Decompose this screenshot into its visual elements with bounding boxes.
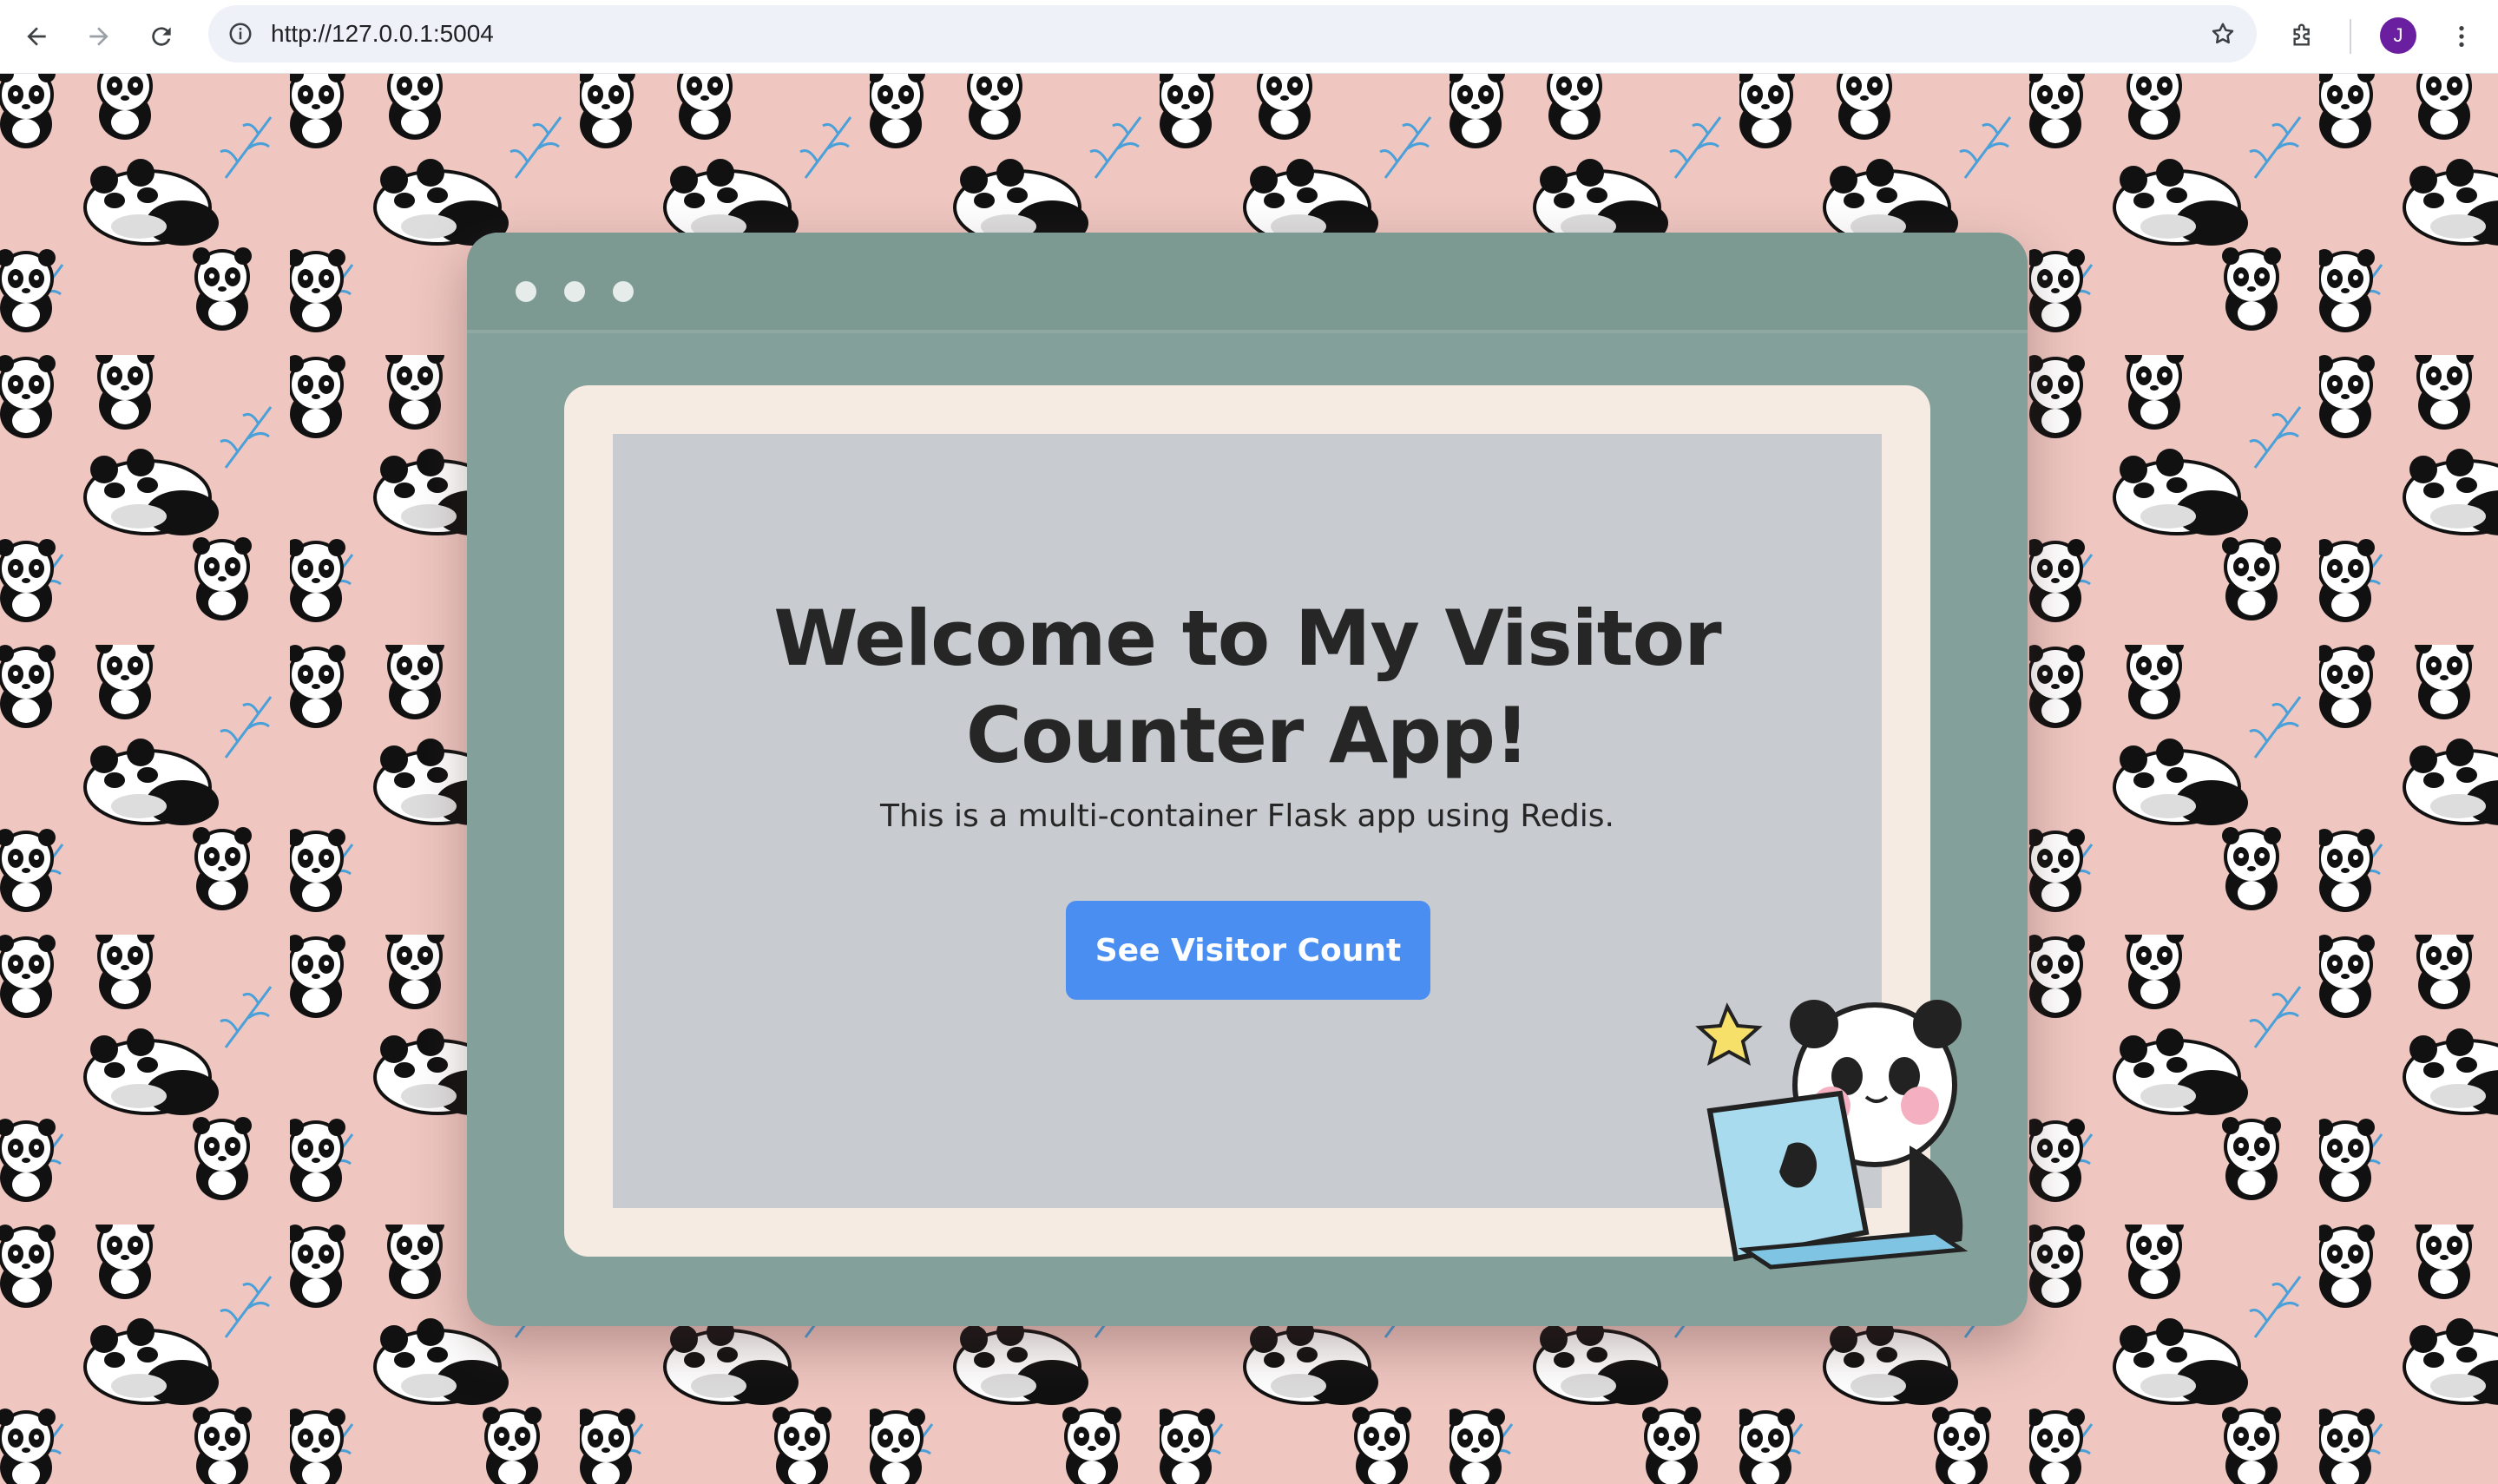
reload-button[interactable] bbox=[137, 12, 186, 61]
url-text: http://127.0.0.1:5004 bbox=[271, 20, 494, 47]
site-info-icon bbox=[229, 23, 252, 45]
content-panel: Welcome to My Visitor Counter App! This … bbox=[613, 434, 1882, 1208]
address-bar[interactable]: http://127.0.0.1:5004 bbox=[208, 5, 2257, 62]
forward-button[interactable] bbox=[75, 12, 123, 61]
window-titlebar bbox=[467, 233, 2028, 333]
reload-icon bbox=[152, 27, 171, 46]
site-info-button[interactable] bbox=[219, 12, 262, 56]
window-dot bbox=[613, 281, 634, 302]
panda-mascot-icon bbox=[1695, 1000, 1969, 1270]
see-visitor-count-button[interactable]: See Visitor Count bbox=[1066, 901, 1430, 1000]
menu-icon bbox=[2459, 26, 2464, 47]
forward-icon bbox=[89, 27, 108, 46]
back-icon bbox=[27, 27, 46, 46]
panda-laptop-illustration bbox=[1693, 989, 1988, 1276]
page-title: Welcome to My Visitor Counter App! bbox=[773, 594, 1721, 780]
extensions-icon bbox=[2293, 23, 2310, 46]
window-dot bbox=[564, 281, 585, 302]
browser-toolbar: http://127.0.0.1:5004 J bbox=[0, 0, 2498, 74]
page-subtitle: This is a multi-container Flask app usin… bbox=[879, 798, 1615, 834]
toolbar-divider bbox=[2350, 19, 2351, 54]
browser-menu-button[interactable] bbox=[2437, 12, 2486, 61]
extensions-button[interactable] bbox=[2278, 12, 2327, 61]
window-dot bbox=[516, 281, 536, 302]
profile-avatar[interactable]: J bbox=[2380, 17, 2416, 54]
bookmark-star-icon bbox=[2212, 23, 2234, 44]
bookmark-button[interactable] bbox=[2205, 16, 2241, 52]
back-button[interactable] bbox=[12, 12, 61, 61]
